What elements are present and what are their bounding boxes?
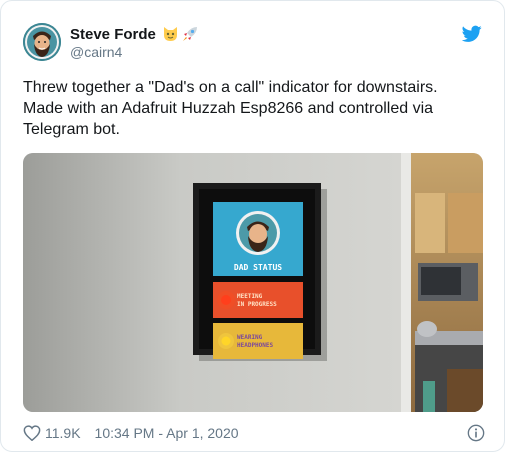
tweet-timestamp[interactable]: 10:34 PM - Apr 1, 2020 xyxy=(95,425,239,441)
heart-icon[interactable] xyxy=(23,425,41,441)
cat-face-emoji-icon xyxy=(163,27,177,41)
headphones-label-line2: HEADPHONES xyxy=(237,342,274,349)
tweet-card: Steve Forde @cairn4 Threw together a "Da… xyxy=(0,0,505,452)
like-count[interactable]: 11.9K xyxy=(45,425,81,441)
author-name[interactable]: Steve Forde xyxy=(70,25,199,43)
tweet-text-line: Telegram bot. xyxy=(23,121,120,138)
author-name-text[interactable]: Steve Forde xyxy=(70,26,156,43)
author-handle[interactable]: @cairn4 xyxy=(70,44,122,60)
twitter-bird-icon[interactable] xyxy=(462,25,482,43)
tweet-photo[interactable]: DAD STATUS MEETING IN PROGRESS WEARING H… xyxy=(23,153,483,412)
rocket-emoji-icon xyxy=(182,27,197,41)
info-icon[interactable] xyxy=(467,424,485,442)
tweet-text: Threw together a "Dad's on a call" indic… xyxy=(23,77,493,140)
avatar[interactable] xyxy=(23,23,61,61)
headphones-label-line1: WEARING xyxy=(237,334,263,341)
tweet-text-line: Threw together a "Dad's on a call" indic… xyxy=(23,79,438,96)
tweet-footer: 11.9K 10:34 PM - Apr 1, 2020 xyxy=(23,424,485,442)
tweet-text-line: Made with an Adafruit Huzzah Esp8266 and… xyxy=(23,100,434,117)
meeting-label-line1: MEETING xyxy=(237,293,263,300)
sign-title: DAD STATUS xyxy=(234,263,282,272)
meeting-label-line2: IN PROGRESS xyxy=(237,301,277,308)
